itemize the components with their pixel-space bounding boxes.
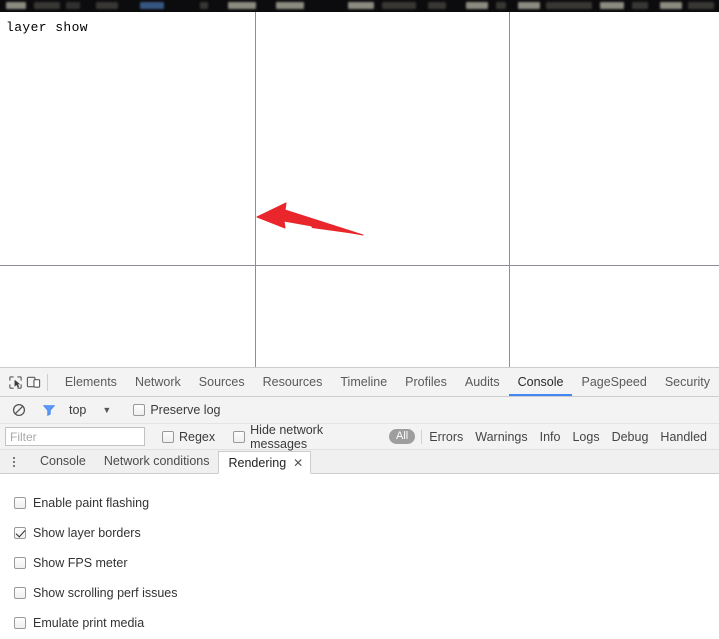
- tab-timeline[interactable]: Timeline: [331, 368, 396, 396]
- checkbox-box-checked: [14, 527, 26, 539]
- red-arrow-annotation: [256, 202, 364, 236]
- option-show-layer-borders[interactable]: Show layer borders: [14, 518, 719, 548]
- close-icon[interactable]: ✕: [293, 456, 303, 470]
- browser-toolbar[interactable]: [0, 0, 719, 12]
- option-label: Show FPS meter: [33, 556, 128, 570]
- level-filter-debug[interactable]: Debug: [612, 430, 649, 444]
- kebab-menu-icon[interactable]: [6, 451, 22, 473]
- toolbar-blur-item: [496, 2, 506, 9]
- toolbar-blur-item: [428, 2, 446, 9]
- console-control-bar: top ▼ Preserve log: [0, 397, 719, 424]
- tab-profiles[interactable]: Profiles: [396, 368, 456, 396]
- regex-label: Regex: [179, 429, 216, 444]
- toolbar-blur-item: [688, 2, 714, 9]
- drawer-tab-strip: Console Network conditions Rendering ✕: [0, 450, 719, 474]
- checkbox-box: [14, 557, 26, 569]
- option-label: Emulate print media: [33, 616, 145, 630]
- devtools-tab-strip: Elements Network Sources Resources Timel…: [0, 368, 719, 397]
- clear-console-icon[interactable]: [8, 399, 30, 421]
- filter-funnel-icon[interactable]: [38, 399, 60, 421]
- level-filter-all[interactable]: All: [389, 429, 416, 444]
- drawer-tab-console[interactable]: Console: [31, 450, 95, 473]
- preserve-log-label: Preserve log: [150, 403, 221, 417]
- option-show-scrolling-perf-issues[interactable]: Show scrolling perf issues: [14, 578, 719, 608]
- checkbox-box: [14, 617, 26, 629]
- toolbar-blur-item: [276, 2, 304, 9]
- level-filter-warnings[interactable]: Warnings: [475, 430, 527, 444]
- tab-sources[interactable]: Sources: [190, 368, 254, 396]
- toolbar-blur-item: [66, 2, 80, 9]
- rendering-options-pane: Enable paint flashing Show layer borders…: [0, 474, 719, 639]
- toolbar-divider: [47, 373, 48, 391]
- level-divider: [421, 429, 423, 444]
- chevron-down-icon[interactable]: ▼: [102, 405, 111, 415]
- toolbar-blur-item: [518, 2, 540, 9]
- toolbar-blur-item: [660, 2, 682, 9]
- inspect-element-icon[interactable]: [6, 370, 25, 394]
- hide-network-messages-label: Hide network messages: [250, 422, 324, 451]
- option-label: Show scrolling perf issues: [33, 586, 178, 600]
- drawer-tab-rendering-label: Rendering: [228, 456, 287, 470]
- tab-resources[interactable]: Resources: [254, 368, 332, 396]
- level-filter-errors[interactable]: Errors: [429, 430, 463, 444]
- level-filter-logs[interactable]: Logs: [572, 430, 599, 444]
- console-filter-bar: Regex Hide network messages All Errors W…: [0, 423, 719, 451]
- hide-network-messages-checkbox[interactable]: Hide network messages: [228, 423, 383, 451]
- checkbox-box: [14, 587, 26, 599]
- drawer-tab-network-conditions[interactable]: Network conditions: [95, 450, 219, 473]
- page-viewport[interactable]: layer show: [0, 12, 719, 367]
- toolbar-blur-item: [96, 2, 118, 9]
- tab-console[interactable]: Console: [508, 368, 573, 396]
- page-content-text: layer show: [6, 20, 89, 35]
- toolbar-blur-item: [382, 2, 416, 9]
- checkbox-box: [162, 430, 174, 443]
- toolbar-blur-item: [348, 2, 374, 9]
- tab-network[interactable]: Network: [126, 368, 190, 396]
- filter-input[interactable]: [5, 427, 145, 446]
- toolbar-blur-item: [466, 2, 488, 9]
- layer-border-horizontal: [0, 265, 719, 266]
- layer-border-vertical: [509, 12, 510, 265]
- option-show-fps-meter[interactable]: Show FPS meter: [14, 548, 719, 578]
- toolbar-blur-item: [546, 2, 592, 9]
- screenshot-root: layer show Elements Network Sources Reso…: [0, 0, 719, 639]
- option-emulate-print-media[interactable]: Emulate print media: [14, 608, 719, 638]
- checkbox-box: [133, 404, 146, 416]
- tab-pagespeed[interactable]: PageSpeed: [572, 368, 655, 396]
- toolbar-blur-item: [600, 2, 624, 9]
- level-filter-info[interactable]: Info: [540, 430, 561, 444]
- toolbar-blur-item: [632, 2, 648, 9]
- preserve-log-checkbox[interactable]: Preserve log: [128, 403, 221, 417]
- option-label: Enable paint flashing: [33, 496, 150, 510]
- toolbar-blur-item: [140, 2, 164, 9]
- toolbar-blur-item: [228, 2, 256, 9]
- checkbox-box: [14, 497, 26, 509]
- tab-elements[interactable]: Elements: [56, 368, 126, 396]
- level-filter-handled[interactable]: Handled: [660, 430, 707, 444]
- execution-context-label[interactable]: top: [69, 403, 86, 417]
- drawer-tab-rendering[interactable]: Rendering ✕: [218, 451, 312, 474]
- toolbar-blur-item: [6, 2, 26, 9]
- layer-border-vertical: [509, 265, 510, 367]
- devtools-window: Elements Network Sources Resources Timel…: [0, 367, 719, 639]
- toolbar-blur-item: [34, 2, 60, 9]
- option-enable-paint-flashing[interactable]: Enable paint flashing: [14, 488, 719, 518]
- layer-border-vertical: [255, 265, 256, 367]
- regex-checkbox[interactable]: Regex: [157, 430, 215, 444]
- option-label: Show layer borders: [33, 526, 141, 540]
- toolbar-blur-item: [200, 2, 208, 9]
- tab-audits[interactable]: Audits: [456, 368, 509, 396]
- checkbox-box: [233, 430, 246, 443]
- tab-security[interactable]: Security: [656, 368, 719, 396]
- toggle-device-toolbar-icon[interactable]: [25, 370, 44, 394]
